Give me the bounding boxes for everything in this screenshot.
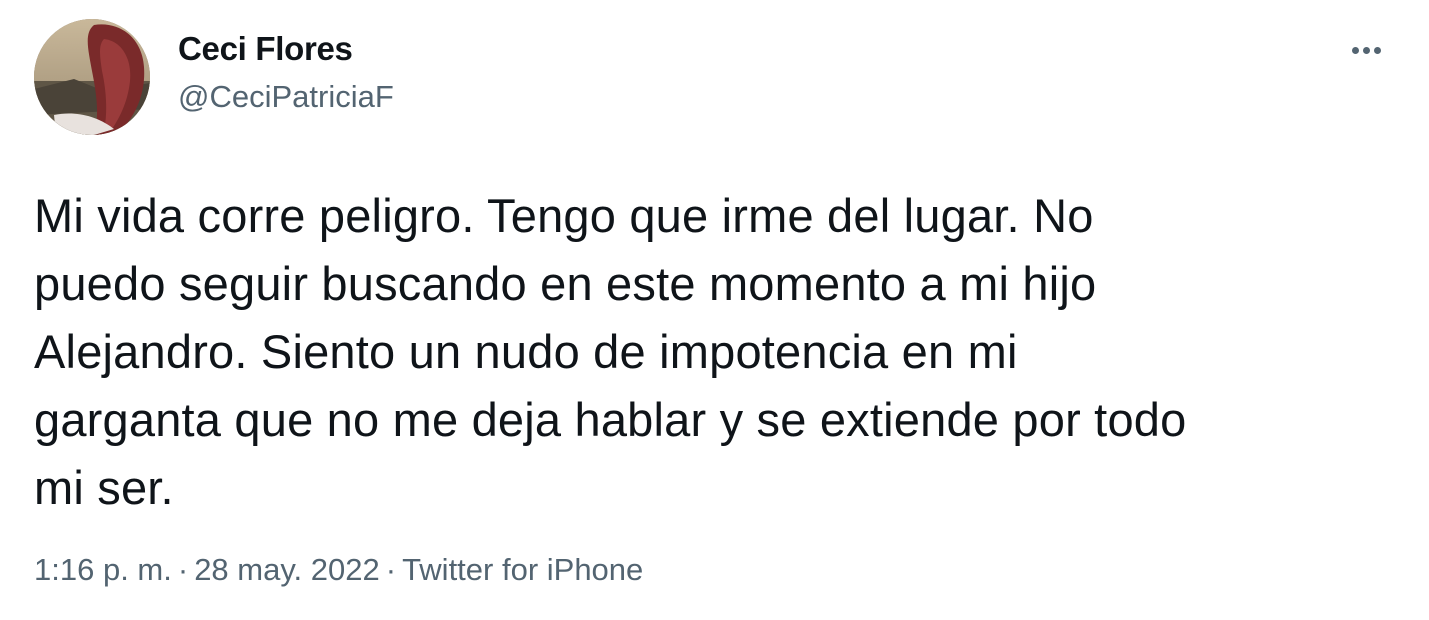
- dot: [1362, 46, 1370, 54]
- tweet-card: Ceci Flores @CeciPatriciaF Mi vida corre…: [0, 0, 1429, 620]
- more-options-button[interactable]: [1340, 28, 1392, 72]
- meta-separator: ·: [385, 552, 397, 587]
- dot: [1351, 46, 1359, 54]
- author-display-name[interactable]: Ceci Flores: [178, 30, 353, 68]
- tweet-metadata: 1:16 p. m. · 28 may. 2022 · Twitter for iPho…: [34, 552, 643, 588]
- tweet-time[interactable]: 1:16 p. m.: [34, 552, 172, 587]
- author-handle[interactable]: @CeciPatriciaF: [178, 79, 394, 115]
- avatar-photo-icon: [34, 19, 150, 135]
- tweet-text: Mi vida corre peligro. Tengo que irme de…: [34, 189, 1187, 514]
- tweet-source-link[interactable]: Twitter for iPhone: [402, 552, 643, 587]
- meta-separator: ·: [177, 552, 189, 587]
- dot: [1373, 46, 1381, 54]
- more-options-icon: [1351, 46, 1381, 54]
- tweet-date[interactable]: 28 may. 2022: [194, 552, 380, 587]
- author-avatar[interactable]: [34, 19, 150, 135]
